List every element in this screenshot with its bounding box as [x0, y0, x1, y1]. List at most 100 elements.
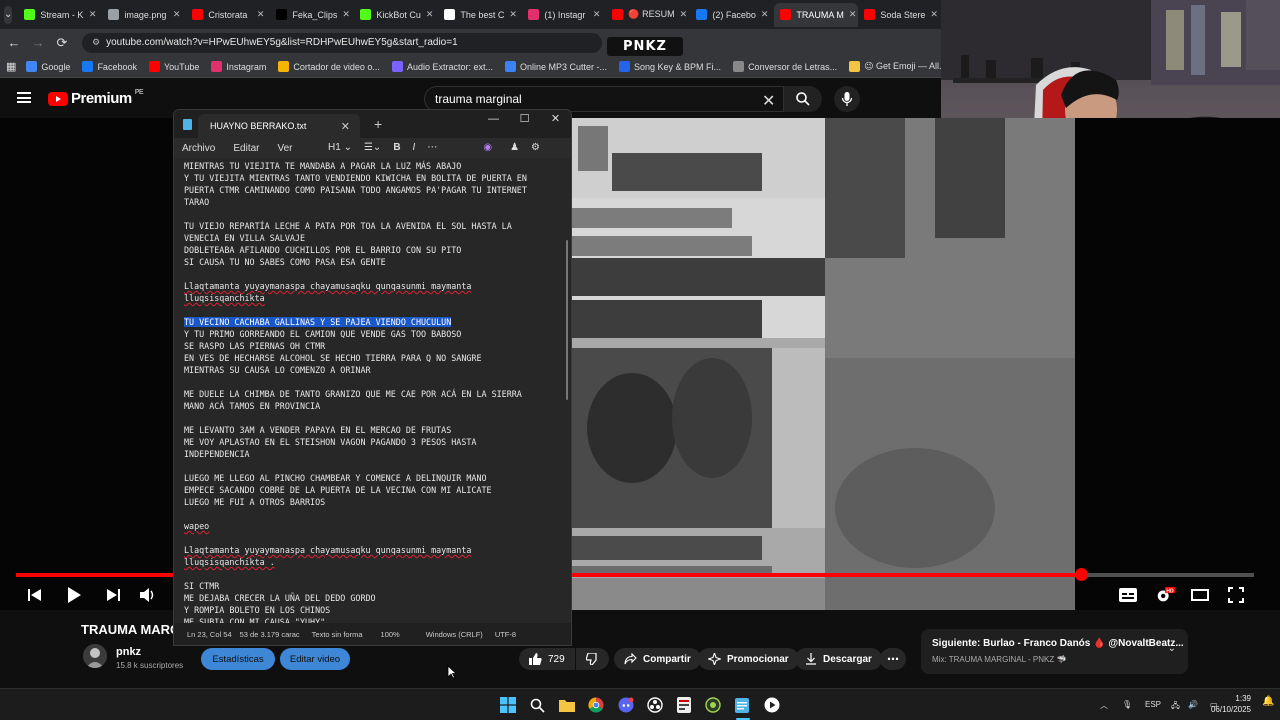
close-tab-icon[interactable]: ✕ — [593, 9, 601, 20]
fullscreen-icon[interactable] — [1226, 585, 1246, 605]
previous-icon[interactable] — [25, 585, 45, 605]
heading-dropdown[interactable]: H1 ⌄ — [328, 142, 352, 153]
more-actions-button[interactable]: ⋯ — [880, 648, 906, 670]
play-icon[interactable] — [64, 585, 84, 605]
tray-mic-icon[interactable]: 🎙 — [1122, 700, 1132, 709]
bookmark-item[interactable]: 😉 Get Emoji — All... — [849, 61, 941, 72]
notepad-window[interactable]: HUAYNO BERRAKO.txt ✕ + — ☐ ✕ Archivo Edi… — [173, 109, 572, 646]
speaker-icon[interactable]: 🔊 — [1188, 700, 1198, 709]
bookmark-item[interactable]: Audio Extractor: ext... — [391, 61, 493, 72]
browser-tab[interactable]: (2) Facebo ✕ — [690, 3, 774, 27]
close-tab-icon[interactable]: ✕ — [509, 9, 517, 20]
browser-tab[interactable]: The best C ✕ — [438, 3, 522, 27]
bookmark-item[interactable]: Google — [26, 61, 70, 72]
back-icon[interactable]: ← — [2, 35, 26, 50]
bookmark-item[interactable]: YouTube — [148, 61, 199, 72]
browser-tab[interactable]: Cristorata ✕ — [186, 3, 270, 27]
tray-overflow-icon[interactable]: ︿ — [1100, 700, 1108, 711]
close-tab-icon[interactable]: ✕ — [426, 9, 434, 20]
stats-button[interactable]: Estadísticas — [201, 648, 275, 670]
bookmark-item[interactable]: Song Key & BPM Fi... — [619, 61, 721, 72]
chrome-icon[interactable] — [587, 696, 605, 714]
bookmark-item[interactable]: Facebook — [82, 61, 137, 72]
close-tab-icon[interactable]: ✕ — [341, 120, 350, 133]
download-button[interactable]: Descargar — [795, 648, 882, 670]
game-app-icon[interactable] — [704, 696, 722, 714]
bold-icon[interactable]: B — [393, 142, 400, 153]
close-tab-icon[interactable]: ✕ — [761, 9, 769, 20]
discord-icon[interactable] — [617, 696, 635, 714]
close-tab-icon[interactable]: ✕ — [257, 9, 265, 20]
clear-search-icon[interactable]: ✕ — [762, 91, 775, 111]
file-explorer-icon[interactable] — [558, 696, 576, 714]
theater-mode-icon[interactable] — [1190, 585, 1210, 605]
notepad-text-area[interactable]: MIENTRAS TU VIEJITA TE MANDABA A PAGAR L… — [174, 158, 571, 625]
settings-icon[interactable]: ⚙ — [531, 142, 540, 153]
close-tab-icon[interactable]: ✕ — [173, 9, 181, 20]
clock[interactable]: 1:39 06/10/2025 — [1211, 693, 1251, 715]
browser-tab[interactable]: image.png ✕ — [102, 3, 186, 27]
forward-icon[interactable]: → — [26, 35, 50, 50]
close-tab-icon[interactable]: ✕ — [342, 9, 350, 20]
search-button[interactable] — [784, 86, 822, 112]
brush-icon[interactable]: ♟ — [510, 142, 519, 153]
like-button[interactable]: 729 — [519, 648, 575, 670]
channel-avatar[interactable] — [83, 644, 107, 668]
new-tab-icon[interactable]: + — [374, 116, 382, 132]
share-button[interactable]: Compartir — [614, 648, 701, 670]
subtitles-icon[interactable] — [1118, 585, 1138, 605]
voice-search-button[interactable] — [834, 86, 860, 112]
bookmark-item[interactable]: Cortador de video o... — [278, 61, 380, 72]
network-icon[interactable]: 🖧 — [1171, 700, 1180, 714]
more-format-icon[interactable]: ⋯ — [427, 142, 437, 153]
bookmark-item[interactable]: Instagram — [211, 61, 266, 72]
dislike-button[interactable] — [576, 648, 609, 670]
volume-icon[interactable] — [138, 585, 158, 605]
channel-name[interactable]: pnkz — [116, 646, 141, 658]
bookmark-item[interactable]: Online MP3 Cutter -... — [504, 61, 607, 72]
browser-tab[interactable]: KickBot Cu ✕ — [354, 3, 438, 27]
progress-scrubber[interactable] — [1074, 568, 1088, 581]
youtube-logo[interactable]: Premium PE — [48, 89, 144, 107]
notepad-tab[interactable]: HUAYNO BERRAKO.txt ✕ — [198, 114, 360, 138]
minimize-icon[interactable]: — — [478, 110, 509, 128]
notepad-titlebar[interactable]: HUAYNO BERRAKO.txt ✕ + — ☐ ✕ — [174, 110, 571, 138]
next-icon[interactable] — [103, 585, 123, 605]
maximize-icon[interactable]: ☐ — [509, 110, 540, 128]
browser-tab[interactable]: (1) Instagr ✕ — [522, 3, 606, 27]
up-next-card[interactable]: Siguiente: Burlao - Franco Danós 🩸 @Nova… — [921, 629, 1188, 674]
chevron-down-icon[interactable]: ⌄ — [1168, 643, 1176, 654]
taskbar-search-icon[interactable] — [528, 696, 546, 714]
tab-search-button[interactable]: ⌄ — [4, 5, 13, 24]
close-tab-icon[interactable]: ✕ — [930, 9, 938, 20]
browser-tab[interactable]: Stream - K ✕ — [18, 3, 102, 27]
notepad-scrollbar[interactable] — [566, 240, 568, 400]
close-tab-icon[interactable]: ✕ — [89, 9, 97, 20]
copilot-icon[interactable]: ◉ — [483, 142, 492, 153]
notepad-taskbar-icon[interactable] — [733, 696, 751, 714]
settings-hd-icon[interactable]: HD — [1155, 585, 1175, 605]
list-icon[interactable]: ☰⌄ — [364, 142, 381, 153]
recording-app-icon[interactable] — [675, 696, 693, 714]
italic-icon[interactable]: I — [413, 142, 416, 153]
notifications-icon[interactable]: 🔔 — [1262, 696, 1274, 707]
language-indicator[interactable]: ESP — [1145, 700, 1161, 709]
menu-ver[interactable]: Ver — [277, 143, 292, 154]
media-player-icon[interactable] — [763, 696, 781, 714]
browser-tab[interactable]: Feka_Clips ✕ — [270, 3, 354, 27]
reload-icon[interactable]: ⟳ — [50, 35, 74, 51]
close-tab-icon[interactable]: ✕ — [680, 9, 688, 20]
close-tab-icon[interactable]: ✕ — [849, 9, 857, 20]
start-icon[interactable] — [499, 696, 517, 714]
url-field[interactable]: ⚙ youtube.com/watch?v=HPwEUhwEY5g&list=R… — [82, 32, 602, 53]
menu-editar[interactable]: Editar — [233, 143, 259, 154]
browser-tab[interactable]: 🔴 RESUM ✕ — [606, 3, 690, 27]
promote-button[interactable]: Promocionar — [698, 648, 799, 670]
menu-icon[interactable] — [17, 92, 31, 103]
zoom-level[interactable]: 100% — [381, 630, 400, 639]
browser-tab[interactable]: Soda Stere ✕ — [858, 3, 942, 27]
bookmark-item[interactable]: Conversor de Letras... — [733, 61, 837, 72]
browser-tab[interactable]: TRAUMA M ✕ — [774, 2, 859, 27]
edit-video-button[interactable]: Editar video — [280, 648, 350, 670]
close-window-icon[interactable]: ✕ — [540, 110, 571, 128]
